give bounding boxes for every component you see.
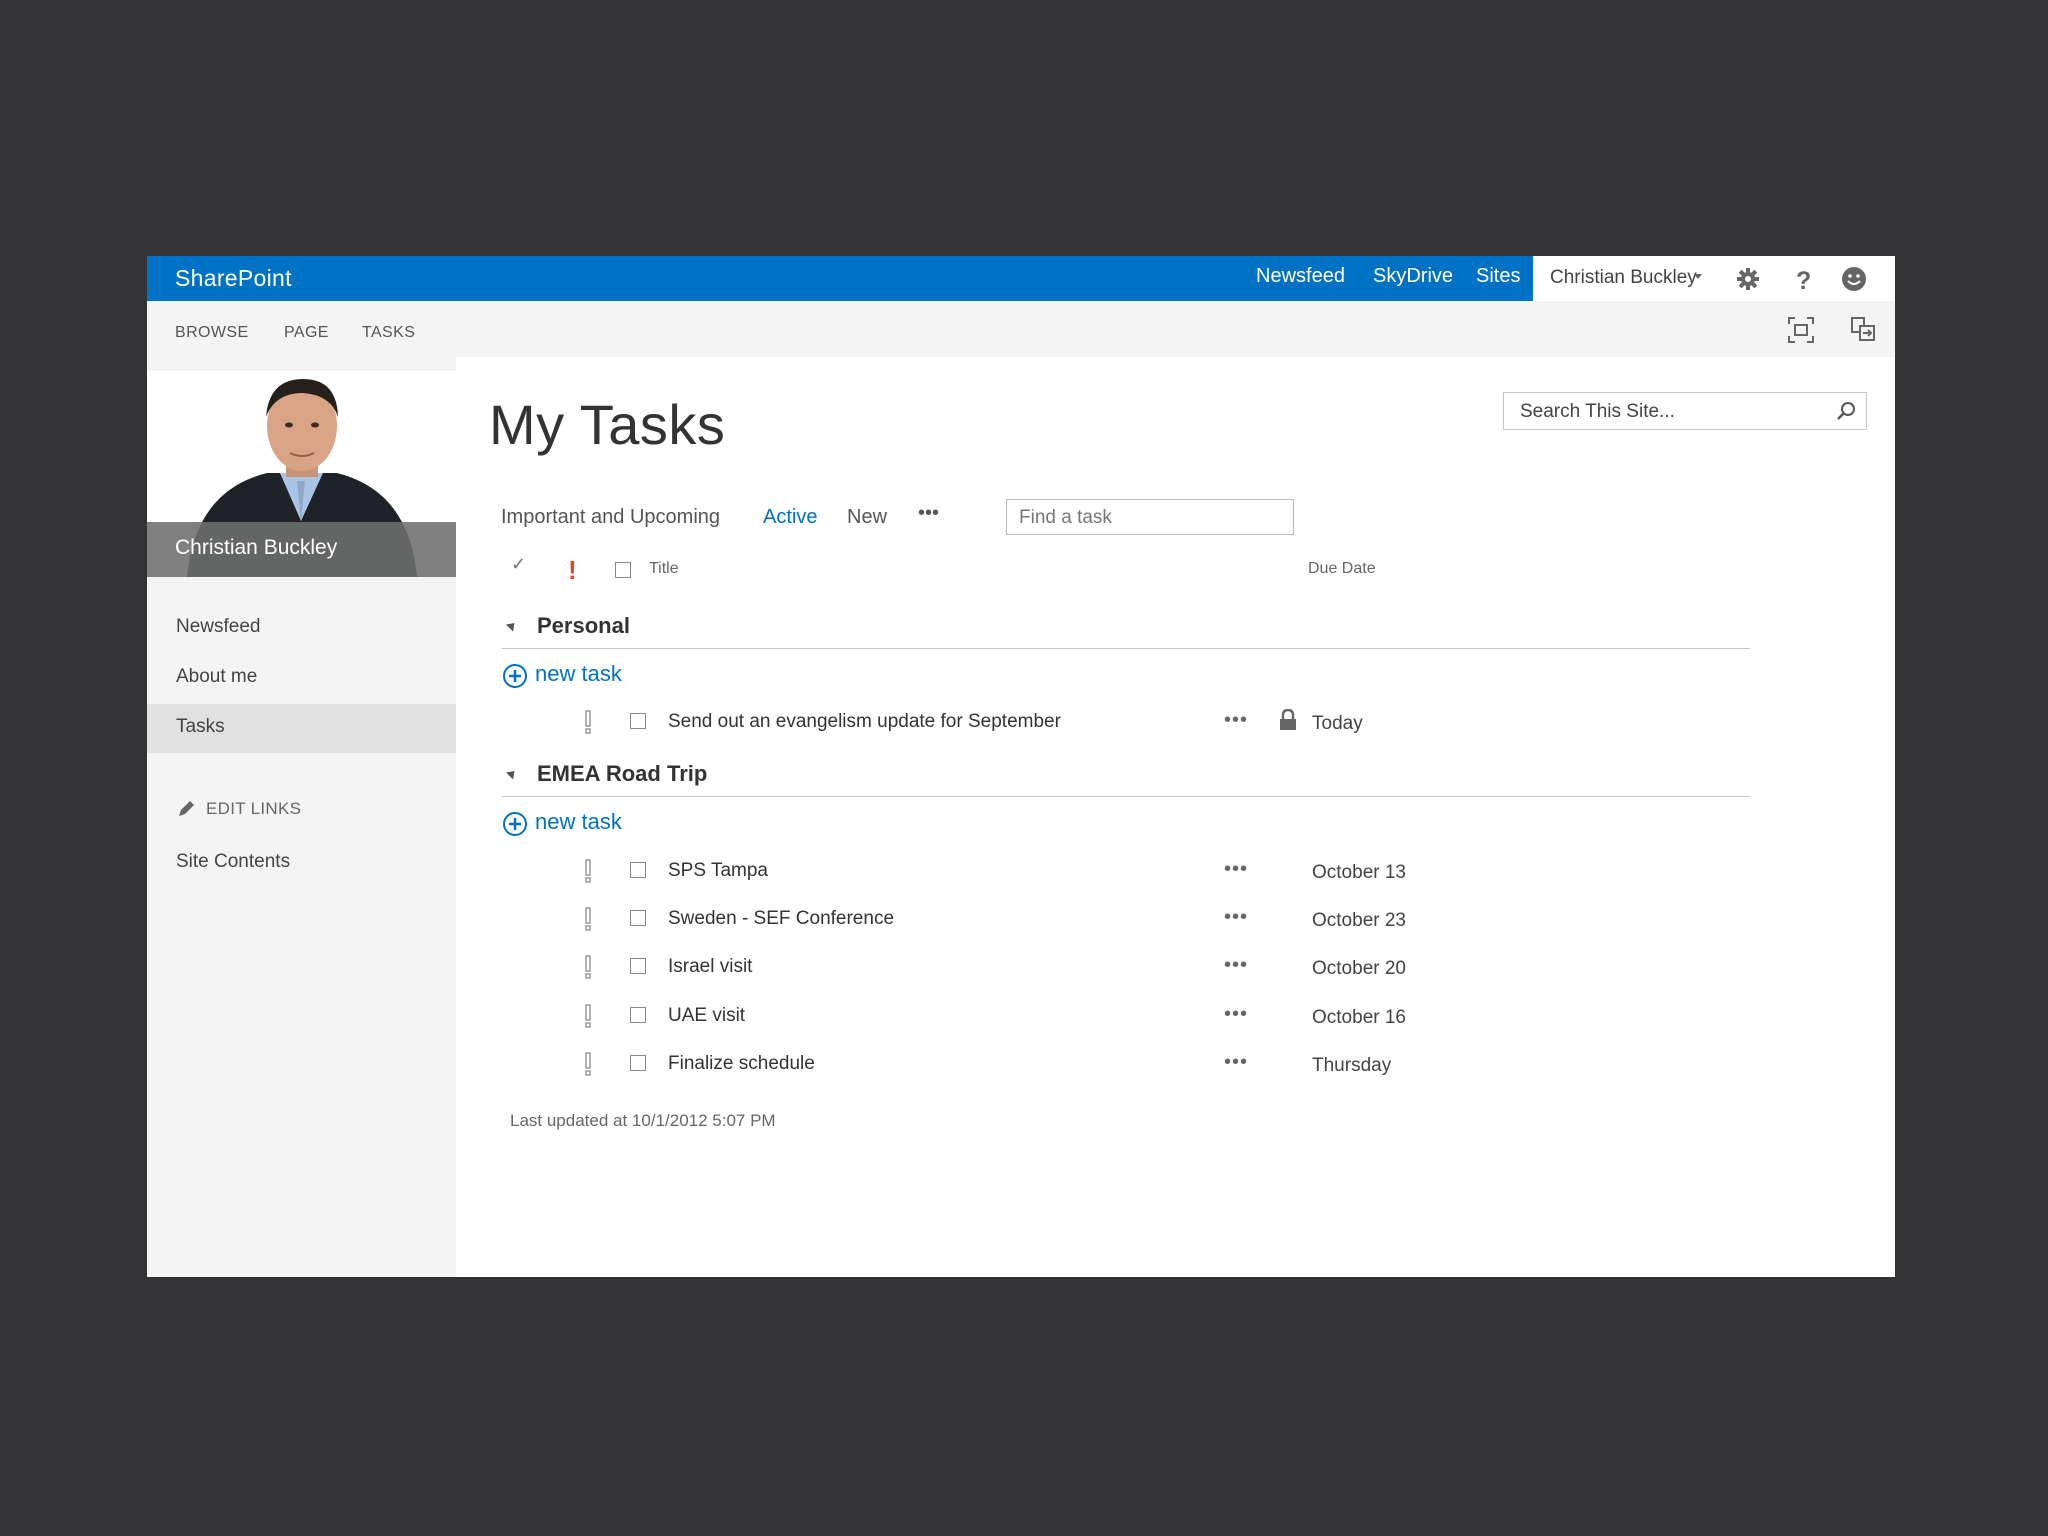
profile-name-bar: Christian Buckley xyxy=(147,522,456,577)
more-views-button[interactable]: ••• xyxy=(918,502,939,525)
view-new[interactable]: New xyxy=(847,506,887,529)
nav-item-newsfeed[interactable]: Newsfeed xyxy=(147,604,456,653)
importance-marker-icon[interactable] xyxy=(584,1004,592,1028)
focus-icon[interactable] xyxy=(1786,315,1816,345)
collapse-triangle-icon[interactable] xyxy=(505,619,519,632)
plus-circle-icon xyxy=(503,812,527,836)
new-task-label: new task xyxy=(535,661,622,686)
tab-page[interactable]: PAGE xyxy=(284,324,329,342)
task-complete-checkbox[interactable] xyxy=(630,862,646,878)
task-title[interactable]: Sweden - SEF Conference xyxy=(668,908,894,930)
importance-marker-icon[interactable] xyxy=(584,859,592,883)
task-due-date: Today xyxy=(1312,713,1363,734)
complete-column-header[interactable]: ✓ xyxy=(511,554,526,575)
share-icon[interactable] xyxy=(1849,315,1879,345)
importance-marker-icon[interactable] xyxy=(584,955,592,979)
collapse-triangle-icon[interactable] xyxy=(505,767,519,780)
task-title[interactable]: Finalize schedule xyxy=(668,1053,815,1075)
task-row[interactable]: UAE visit ••• October 16 xyxy=(502,995,1750,1039)
task-due-date: October 23 xyxy=(1312,910,1406,931)
profile-name[interactable]: Christian Buckley xyxy=(175,536,337,560)
group-title: Personal xyxy=(537,613,630,638)
tab-browse[interactable]: BROWSE xyxy=(175,324,249,342)
importance-column-header[interactable]: ! xyxy=(568,555,577,586)
lock-icon xyxy=(1280,709,1296,730)
nav-item-about-me[interactable]: About me xyxy=(147,654,456,703)
nav-item-label: Tasks xyxy=(176,716,225,737)
plus-circle-icon xyxy=(503,664,527,688)
topbar-link-skydrive[interactable]: SkyDrive xyxy=(1373,265,1453,288)
nav-item-tasks[interactable]: Tasks xyxy=(147,704,456,753)
task-complete-checkbox[interactable] xyxy=(630,958,646,974)
suite-bar: SharePoint Newsfeed SkyDrive Sites Chris… xyxy=(147,256,1895,301)
more-options-icon[interactable]: ••• xyxy=(1224,1003,1248,1026)
site-search-input[interactable] xyxy=(1518,399,1822,425)
task-row[interactable]: Send out an evangelism update for Septem… xyxy=(502,701,1750,745)
view-active[interactable]: Active xyxy=(763,506,817,529)
task-complete-checkbox[interactable] xyxy=(630,1007,646,1023)
group-header-personal[interactable]: Personal xyxy=(502,608,1750,649)
new-task-label: new task xyxy=(535,809,622,834)
importance-marker-icon[interactable] xyxy=(584,710,592,734)
due-date-column-header[interactable]: Due Date xyxy=(1308,560,1376,578)
title-column-header[interactable]: Title xyxy=(649,560,679,578)
page-title: My Tasks xyxy=(489,393,726,456)
more-options-icon[interactable]: ••• xyxy=(1224,954,1248,977)
nav-item-label: About me xyxy=(176,666,258,687)
last-updated-text: Last updated at 10/1/2012 5:07 PM xyxy=(510,1111,776,1130)
task-title[interactable]: SPS Tampa xyxy=(668,860,768,882)
importance-marker-icon[interactable] xyxy=(584,1052,592,1076)
sharepoint-window: SharePoint Newsfeed SkyDrive Sites Chris… xyxy=(147,256,1895,1277)
find-task-box xyxy=(1006,499,1294,535)
nav-item-label: Site Contents xyxy=(176,851,291,872)
more-options-icon[interactable]: ••• xyxy=(1224,709,1248,732)
find-task-input[interactable] xyxy=(1017,505,1281,531)
topbar-link-newsfeed[interactable]: Newsfeed xyxy=(1256,265,1345,288)
left-navigation: Christian Buckley Newsfeed About me Task… xyxy=(147,357,456,1277)
task-due-date: October 20 xyxy=(1312,958,1406,979)
task-complete-checkbox[interactable] xyxy=(630,910,646,926)
task-due-date: October 16 xyxy=(1312,1007,1406,1028)
nav-item-site-contents[interactable]: Site Contents xyxy=(147,839,456,888)
help-icon[interactable]: ? xyxy=(1788,265,1816,293)
group-title: EMEA Road Trip xyxy=(537,761,708,786)
search-icon[interactable] xyxy=(1835,400,1857,422)
view-important-upcoming[interactable]: Important and Upcoming xyxy=(501,506,720,529)
select-all-checkbox[interactable] xyxy=(615,562,631,578)
task-complete-checkbox[interactable] xyxy=(630,713,646,729)
task-row[interactable]: SPS Tampa ••• October 13 xyxy=(502,850,1750,894)
pencil-icon xyxy=(179,801,194,816)
task-due-date: October 13 xyxy=(1312,862,1406,883)
tab-tasks[interactable]: TASKS xyxy=(362,324,415,342)
task-complete-checkbox[interactable] xyxy=(630,1055,646,1071)
smiley-icon[interactable] xyxy=(1840,265,1868,293)
edit-links-label: EDIT LINKS xyxy=(206,799,302,818)
nav-item-label: Newsfeed xyxy=(176,616,261,637)
task-row[interactable]: Sweden - SEF Conference ••• October 23 xyxy=(502,898,1750,942)
task-row[interactable]: Israel visit ••• October 20 xyxy=(502,946,1750,990)
group-header-emea-road-trip[interactable]: EMEA Road Trip xyxy=(502,756,1750,797)
task-title[interactable]: Israel visit xyxy=(668,956,752,978)
chevron-down-icon[interactable] xyxy=(1694,274,1702,279)
svg-text:?: ? xyxy=(1796,267,1811,293)
sharepoint-logo[interactable]: SharePoint xyxy=(175,265,292,292)
more-options-icon[interactable]: ••• xyxy=(1224,906,1248,929)
topbar-link-sites[interactable]: Sites xyxy=(1476,265,1520,288)
importance-marker-icon[interactable] xyxy=(584,907,592,931)
site-search-box xyxy=(1503,392,1867,430)
more-options-icon[interactable]: ••• xyxy=(1224,1051,1248,1074)
user-area: Christian Buckley ? xyxy=(1533,256,1895,301)
profile-photo[interactable]: Christian Buckley xyxy=(147,371,456,577)
task-row[interactable]: Finalize schedule ••• Thursday xyxy=(502,1043,1750,1087)
task-title[interactable]: UAE visit xyxy=(668,1005,745,1027)
user-menu[interactable]: Christian Buckley xyxy=(1550,267,1697,289)
gear-icon[interactable] xyxy=(1734,265,1762,293)
ribbon: BROWSE PAGE TASKS xyxy=(147,301,1895,357)
task-title[interactable]: Send out an evangelism update for Septem… xyxy=(668,711,1061,733)
more-options-icon[interactable]: ••• xyxy=(1224,858,1248,881)
task-due-date: Thursday xyxy=(1312,1055,1392,1076)
